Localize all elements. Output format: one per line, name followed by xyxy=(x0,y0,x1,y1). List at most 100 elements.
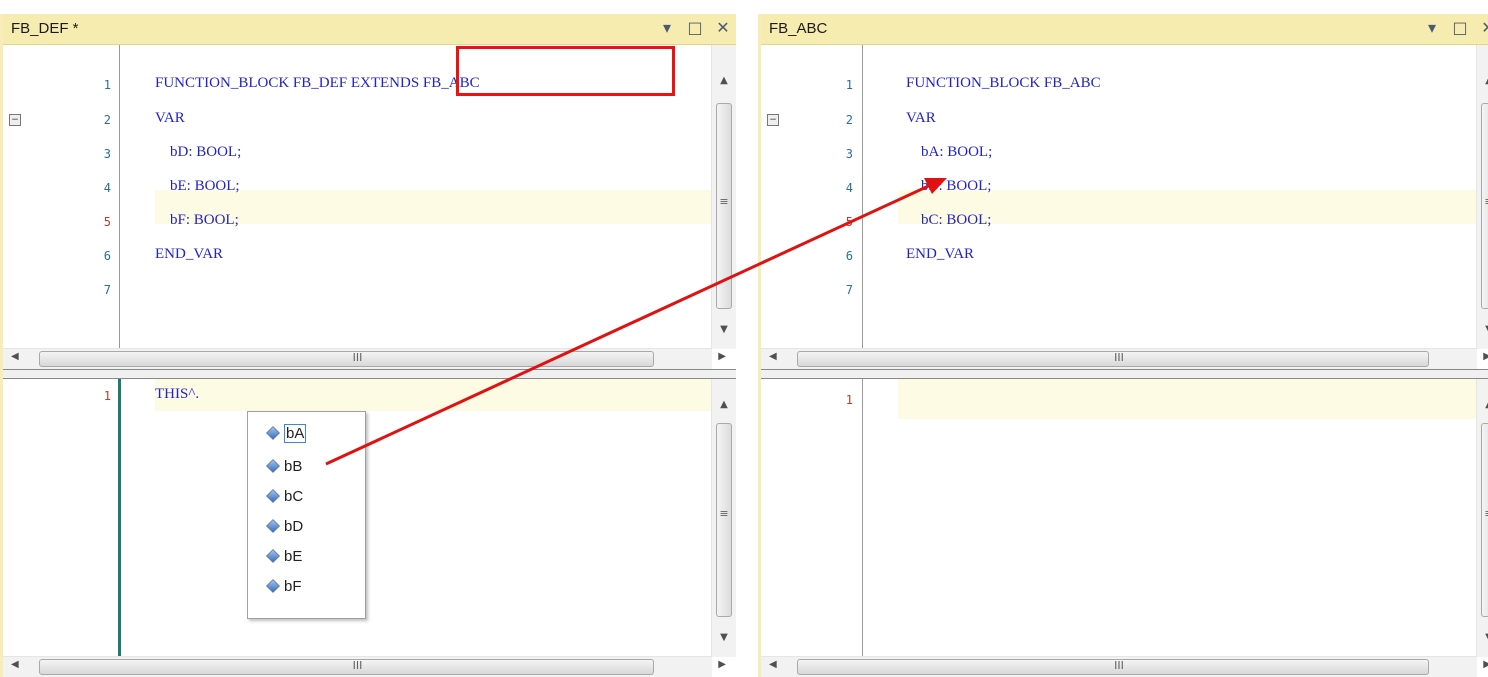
pane-splitter[interactable] xyxy=(761,369,1488,379)
line-number: 7 xyxy=(103,283,111,297)
code-line[interactable]: VAR xyxy=(155,110,185,127)
scroll-up-icon[interactable]: ▲ xyxy=(1477,399,1488,410)
window-controls: ▾ □ ✕ xyxy=(658,18,732,38)
autocomplete-popup[interactable]: bA bB bC bD bE bF xyxy=(247,411,366,619)
scroll-up-icon[interactable]: ▲ xyxy=(712,399,736,410)
scroll-grip-icon: ≡ xyxy=(719,195,729,208)
code-line[interactable]: FUNCTION_BLOCK FB_ABC xyxy=(906,75,1101,92)
gutter-divider xyxy=(862,45,863,349)
scroll-thumb[interactable] xyxy=(797,659,1429,675)
line-number: 3 xyxy=(103,147,111,161)
autocomplete-item[interactable]: bE xyxy=(266,545,302,567)
scroll-grip-icon: ≡ xyxy=(719,507,729,520)
code-line[interactable]: bB: BOOL; xyxy=(906,178,991,195)
vertical-scrollbar[interactable]: ▲ ≡ ▼ xyxy=(1476,379,1488,657)
editor-panel-fb-abc: FB_ABC ▾ □ ✕ − 1 2 3 4 5 6 7 FUNCTION_BL… xyxy=(758,14,1488,677)
panel-titlebar: FB_ABC ▾ □ ✕ xyxy=(761,14,1488,45)
autocomplete-item[interactable]: bB xyxy=(266,455,302,477)
code-line[interactable]: bA: BOOL; xyxy=(906,144,992,161)
current-line-highlight xyxy=(155,379,712,411)
variable-icon xyxy=(266,426,280,440)
line-number: 6 xyxy=(103,249,111,263)
line-number: 2 xyxy=(103,113,111,127)
panel-gap xyxy=(740,14,758,677)
code-line[interactable]: END_VAR xyxy=(906,246,974,263)
scroll-up-icon[interactable]: ▲ xyxy=(1477,75,1488,86)
scroll-thumb[interactable] xyxy=(716,423,732,617)
maximize-icon[interactable]: □ xyxy=(1451,18,1469,38)
scroll-thumb[interactable] xyxy=(39,659,654,675)
maximize-icon[interactable]: □ xyxy=(686,18,704,38)
scroll-right-icon[interactable]: ▶ xyxy=(1483,351,1488,362)
code-line[interactable]: VAR xyxy=(906,110,936,127)
scroll-down-icon[interactable]: ▼ xyxy=(1477,632,1488,643)
scroll-thumb[interactable] xyxy=(1481,423,1488,617)
scroll-down-icon[interactable]: ▼ xyxy=(712,324,736,335)
scroll-right-icon[interactable]: ▶ xyxy=(1483,659,1488,670)
panel-titlebar: FB_DEF * ▾ □ ✕ xyxy=(3,14,736,45)
line-number: 5 xyxy=(845,215,853,229)
variable-icon xyxy=(266,549,280,563)
dropdown-icon[interactable]: ▾ xyxy=(1423,18,1441,38)
code-line[interactable]: END_VAR xyxy=(155,246,223,263)
dropdown-icon[interactable]: ▾ xyxy=(658,18,676,38)
scroll-thumb[interactable] xyxy=(797,351,1429,367)
line-number: 4 xyxy=(845,181,853,195)
extends-highlight-box xyxy=(456,46,675,96)
horizontal-scrollbar[interactable]: ◀ III ▶ xyxy=(761,656,1488,677)
autocomplete-item[interactable]: bC xyxy=(266,485,303,507)
gutter-divider xyxy=(119,45,120,349)
line-number: 7 xyxy=(845,283,853,297)
horizontal-scrollbar[interactable]: ◀ III ▶ xyxy=(3,348,726,369)
autocomplete-item[interactable]: bD xyxy=(266,515,303,537)
top-frame xyxy=(0,0,1488,14)
scroll-left-icon[interactable]: ◀ xyxy=(769,351,777,362)
scroll-down-icon[interactable]: ▼ xyxy=(1477,324,1488,335)
code-line[interactable]: THIS^. xyxy=(155,386,199,403)
code-line[interactable]: bF: BOOL; xyxy=(155,212,239,229)
line-number: 4 xyxy=(103,181,111,195)
panel-title: FB_DEF * xyxy=(11,20,79,37)
close-icon[interactable]: ✕ xyxy=(1479,18,1488,38)
scroll-left-icon[interactable]: ◀ xyxy=(11,659,19,670)
line-number: 1 xyxy=(845,78,853,92)
scroll-grip-icon: ≡ xyxy=(1477,507,1488,520)
code-line[interactable]: bE: BOOL; xyxy=(155,178,240,195)
line-number: 2 xyxy=(845,113,853,127)
code-line[interactable]: bC: BOOL; xyxy=(906,212,991,229)
variable-icon xyxy=(266,459,280,473)
code-area[interactable]: − 1 2 3 4 5 6 7 FUNCTION_BLOCK FB_ABC VA… xyxy=(761,45,1477,349)
vertical-scrollbar[interactable]: ▲ ≡ ▼ xyxy=(711,45,736,349)
current-line-highlight xyxy=(898,379,1477,419)
declaration-pane[interactable]: − 1 2 3 4 5 6 7 FUNCTION_BLOCK FB_ABC VA… xyxy=(761,45,1488,369)
close-icon[interactable]: ✕ xyxy=(714,18,732,38)
horizontal-scrollbar[interactable]: ◀ III ▶ xyxy=(3,656,726,677)
code-line[interactable]: FUNCTION_BLOCK FB_DEF EXTENDS FB_ABC xyxy=(155,75,480,92)
scroll-down-icon[interactable]: ▼ xyxy=(712,632,736,643)
line-number: 6 xyxy=(845,249,853,263)
autocomplete-item[interactable]: bA xyxy=(266,422,307,444)
scroll-grip-icon: III xyxy=(352,659,363,672)
vertical-scrollbar[interactable]: ▲ ≡ ▼ xyxy=(711,379,736,657)
implementation-pane[interactable]: 1 THIS^. ▲ ≡ ▼ ◀ III ▶ xyxy=(3,379,736,677)
scroll-grip-icon: III xyxy=(1114,659,1124,672)
line-number: 1 xyxy=(845,393,853,407)
scroll-left-icon[interactable]: ◀ xyxy=(769,659,777,670)
variable-icon xyxy=(266,519,280,533)
panel-title: FB_ABC xyxy=(769,20,828,37)
scroll-right-icon[interactable]: ▶ xyxy=(718,659,726,670)
autocomplete-item[interactable]: bF xyxy=(266,575,302,597)
vertical-scrollbar[interactable]: ▲ ≡ ▼ xyxy=(1476,45,1488,349)
variable-icon xyxy=(266,489,280,503)
horizontal-scrollbar[interactable]: ◀ III ▶ xyxy=(761,348,1488,369)
scroll-up-icon[interactable]: ▲ xyxy=(712,75,736,86)
scroll-right-icon[interactable]: ▶ xyxy=(718,351,726,362)
scroll-left-icon[interactable]: ◀ xyxy=(11,351,19,362)
code-area[interactable]: 1 xyxy=(761,379,1477,657)
implementation-pane[interactable]: 1 ▲ ≡ ▼ ◀ III ▶ xyxy=(761,379,1488,677)
gutter-divider xyxy=(862,379,863,657)
scroll-grip-icon: III xyxy=(1114,351,1124,364)
scroll-thumb[interactable] xyxy=(39,351,654,367)
code-line[interactable]: bD: BOOL; xyxy=(155,144,241,161)
pane-splitter[interactable] xyxy=(3,369,736,379)
